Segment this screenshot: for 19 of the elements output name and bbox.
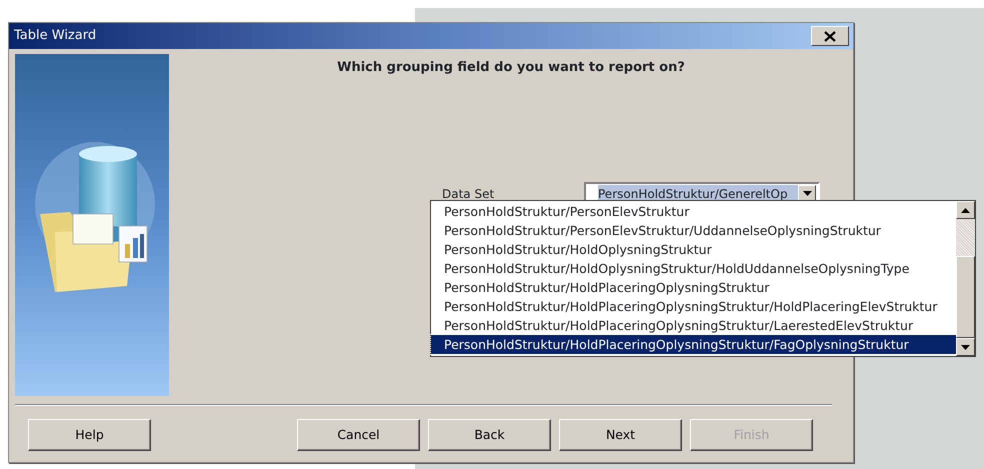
dropdown-option[interactable]: PersonHoldStruktur/HoldPlaceringOplysningStruktur/LaerestedElevStruktur (431, 316, 956, 335)
wizard-button[interactable]: Next (559, 419, 682, 451)
dropdown-option[interactable]: PersonHoldStruktur/HoldPlaceringOplysningStruktur (431, 278, 956, 297)
wizard-button[interactable]: Back (428, 419, 551, 451)
scroll-down-icon[interactable] (961, 344, 970, 350)
dropdown-option[interactable]: PersonHoldStruktur/HoldOplysningStruktur (431, 240, 956, 259)
wizard-question: Which grouping field do you want to report on? (336, 59, 686, 77)
dropdown-option[interactable]: PersonHoldStruktur/HoldPlaceringOplysningStruktur/HoldPlaceringElevStruktur (431, 297, 956, 316)
scrollbar[interactable] (956, 201, 975, 356)
wizard-button[interactable]: Help (28, 419, 151, 451)
close-icon (824, 30, 836, 42)
scroll-up-icon[interactable] (961, 208, 970, 212)
dropdown-option[interactable]: PersonHoldStruktur/PersonElevStruktur/UddannelseOplysningStruktur (431, 221, 956, 240)
data-set-label: Data Set (442, 186, 496, 202)
close-button[interactable] (811, 26, 849, 46)
dropdown-option[interactable]: PersonHoldStruktur/HoldPlaceringOplysningStruktur/FagOplysningStruktur (431, 335, 956, 354)
window-title: Table Wizard (14, 27, 96, 46)
dropdown-option[interactable]: PersonHoldStruktur/HoldOplysningStruktur/HoldUddannelseOplysningType (431, 259, 956, 278)
wizard-button[interactable]: Cancel (297, 419, 420, 451)
